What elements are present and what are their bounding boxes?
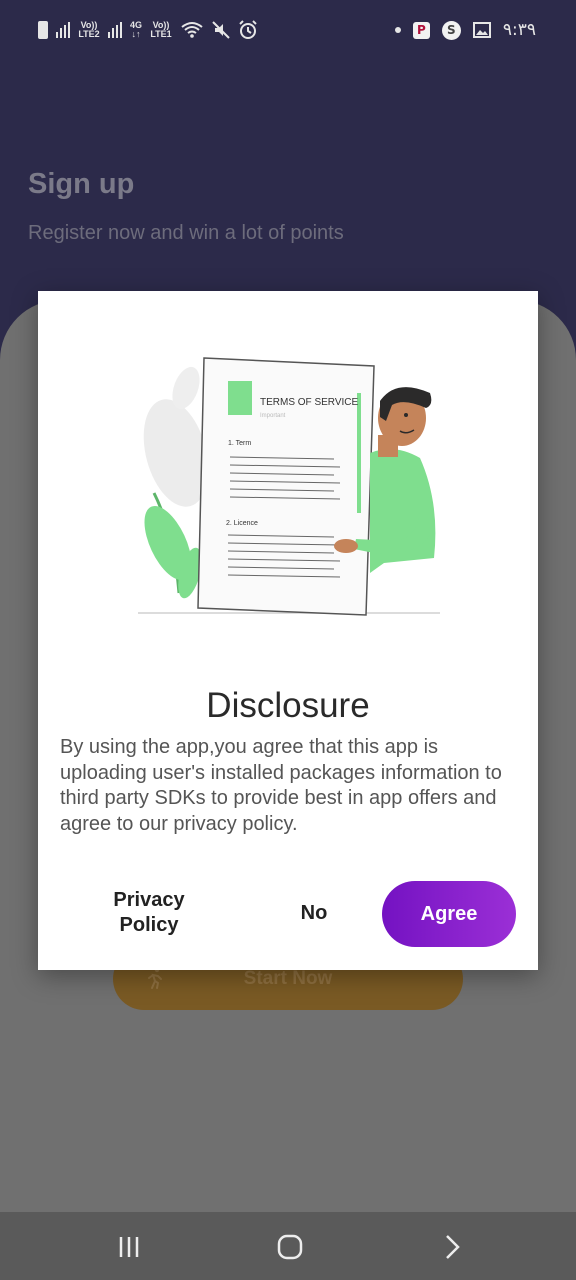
home-button[interactable]: [270, 1232, 310, 1262]
home-icon: [277, 1234, 303, 1260]
battery-icon: [38, 21, 48, 39]
privacy-policy-label-line2: Policy: [119, 914, 179, 936]
signal-icon: [108, 22, 122, 38]
data-arrows: ↓↑: [131, 29, 141, 39]
alarm-icon: [239, 20, 257, 39]
no-button[interactable]: No: [284, 902, 344, 925]
dialog-message: By using the app,you agree that this app…: [60, 736, 502, 835]
status-bar: Vo)) LTE2 4G ↓↑ Vo)) LTE1 P S ٩:٣٩: [0, 0, 576, 64]
page-title: Sign up: [28, 168, 135, 200]
start-now-label: Start Now: [243, 968, 333, 989]
mute-icon: [212, 21, 230, 39]
gallery-icon: [472, 22, 491, 38]
back-button[interactable]: [432, 1232, 472, 1262]
terms-of-service-illustration: TERMS OF SERVICE Important 1. Term 2. Li…: [138, 357, 440, 616]
network-label-sim2: Vo)) LTE2: [78, 20, 100, 39]
agree-button[interactable]: Agree: [382, 881, 516, 947]
system-navigation-bar: [0, 1212, 576, 1280]
notification-dot: [394, 27, 401, 33]
privacy-policy-button[interactable]: Privacy Policy: [94, 888, 204, 938]
privacy-policy-label-line1: Privacy: [113, 889, 185, 911]
agree-label: Agree: [420, 902, 478, 925]
status-right: P S ٩:٣٩: [394, 20, 536, 40]
wifi-icon: [181, 22, 203, 38]
disclosure-dialog: TERMS OF SERVICE Important 1. Term 2. Li…: [38, 291, 538, 970]
recents-icon: [119, 1237, 139, 1257]
s-app-icon: S: [441, 20, 461, 40]
p-app-icon: P: [412, 21, 430, 39]
clock: ٩:٣٩: [502, 20, 536, 40]
status-left: Vo)) LTE2 4G ↓↑ Vo)) LTE1: [38, 20, 258, 40]
network-label-sim1: Vo)) LTE1: [150, 20, 172, 39]
recents-button[interactable]: [109, 1232, 149, 1262]
doc-title: TERMS OF SERVICE: [260, 397, 358, 408]
doc-section-licence: 2. Licence: [226, 520, 258, 527]
doc-section-term: 1. Term: [228, 440, 251, 447]
signal-icon: [56, 22, 70, 38]
back-icon: [446, 1235, 460, 1259]
network-4g-label: 4G ↓↑: [130, 21, 142, 39]
page-subtitle: Register now and win a lot of points: [28, 222, 344, 244]
dialog-title: Disclosure: [206, 686, 370, 725]
doc-subtitle: Important: [260, 413, 286, 419]
